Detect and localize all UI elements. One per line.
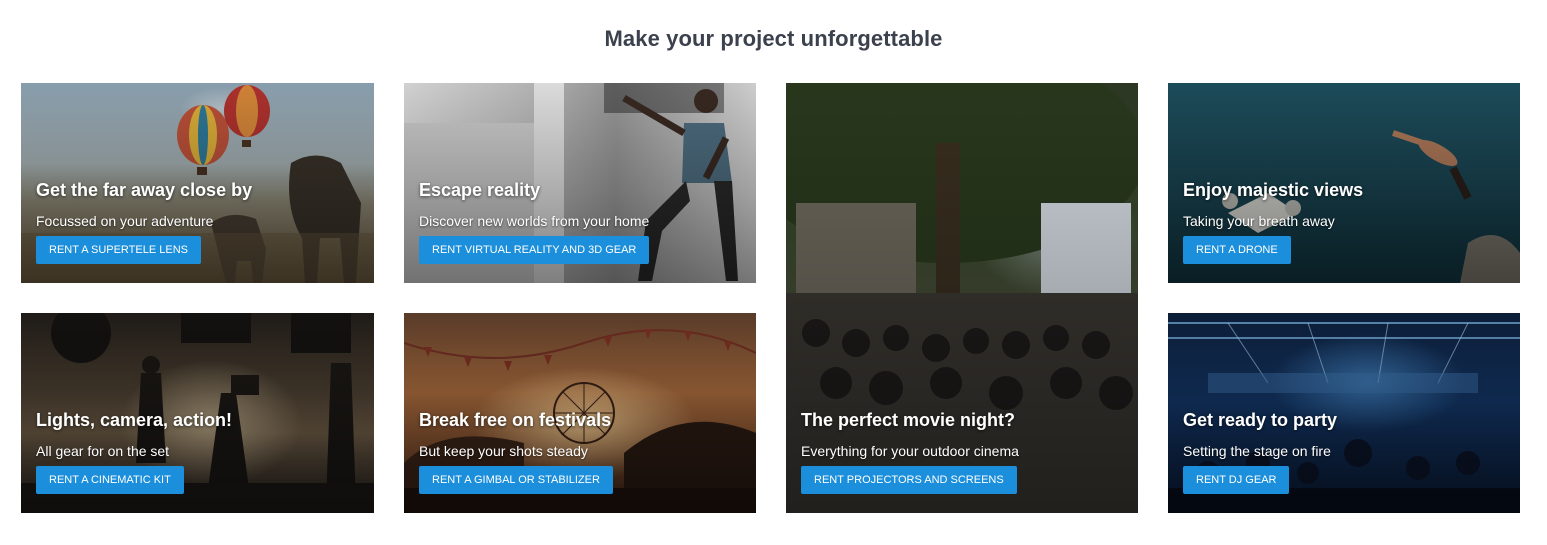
rent-cinematic-kit-button[interactable]: RENT A CINEMATIC KIT — [36, 466, 184, 494]
promo-card-gimbal[interactable]: Break free on festivals But keep your sh… — [404, 313, 756, 513]
rent-drone-button[interactable]: RENT A DRONE — [1183, 236, 1291, 264]
card-content: Get ready to party Setting the stage on … — [1183, 410, 1337, 494]
section-heading: Make your project unforgettable — [604, 26, 943, 51]
promo-card-dj-gear[interactable]: Get ready to party Setting the stage on … — [1168, 313, 1520, 513]
card-subtitle: Setting the stage on fire — [1183, 443, 1331, 459]
card-subtitle: Focussed on your adventure — [36, 213, 214, 229]
card-subtitle: But keep your shots steady — [419, 443, 588, 459]
rent-projectors-screens-button[interactable]: RENT PROJECTORS AND SCREENS — [801, 466, 1017, 494]
card-content: Get the far away close by Focussed on yo… — [36, 180, 252, 264]
card-title: Get the far away close by — [36, 180, 253, 200]
promo-card-cinematic-kit[interactable]: Lights, camera, action! All gear for on … — [21, 313, 374, 513]
card-title: Get ready to party — [1183, 410, 1338, 430]
card-content: Escape reality Discover new worlds from … — [419, 180, 650, 264]
promo-card-projectors[interactable]: The perfect movie night? Everything for … — [786, 83, 1138, 513]
card-subtitle: Discover new worlds from your home — [419, 213, 650, 229]
card-content: Lights, camera, action! All gear for on … — [36, 410, 232, 494]
card-subtitle: Everything for your outdoor cinema — [801, 443, 1019, 459]
rent-vr-3d-gear-button[interactable]: RENT VIRTUAL REALITY AND 3D GEAR — [419, 236, 650, 264]
card-title: Enjoy majestic views — [1183, 180, 1364, 200]
card-title: Escape reality — [419, 180, 541, 200]
card-title: The perfect movie night? — [801, 410, 1016, 430]
card-content: The perfect movie night? Everything for … — [801, 410, 1019, 494]
card-subtitle: Taking your breath away — [1183, 213, 1335, 229]
card-title: Lights, camera, action! — [36, 410, 233, 430]
rent-dj-gear-button[interactable]: RENT DJ GEAR — [1183, 466, 1290, 494]
rent-gimbal-stabilizer-button[interactable]: RENT A GIMBAL OR STABILIZER — [419, 466, 613, 494]
promo-card-drone[interactable]: Enjoy majestic views Taking your breath … — [1168, 83, 1520, 283]
card-content: Break free on festivals But keep your sh… — [419, 410, 613, 494]
promo-card-supertele-lens[interactable]: Get the far away close by Focussed on yo… — [21, 83, 374, 283]
promo-card-virtual-reality[interactable]: Escape reality Discover new worlds from … — [404, 83, 756, 283]
card-title: Break free on festivals — [419, 410, 612, 430]
rent-supertele-lens-button[interactable]: RENT A SUPERTELE LENS — [36, 236, 201, 264]
card-subtitle: All gear for on the set — [36, 443, 170, 459]
card-content: Enjoy majestic views Taking your breath … — [1183, 180, 1363, 264]
